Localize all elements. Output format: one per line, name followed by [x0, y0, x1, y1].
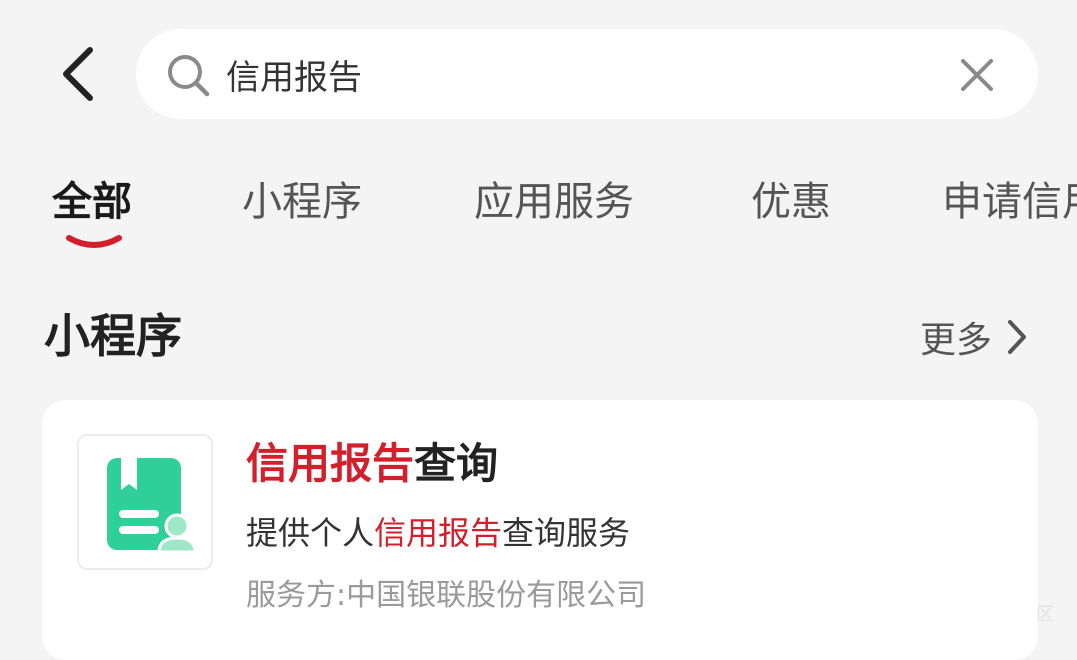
- desc-suffix: 查询服务: [502, 514, 631, 552]
- category-tabs: 全部 小程序 应用服务 优惠 申请信用: [0, 160, 1077, 260]
- search-input[interactable]: [226, 39, 926, 109]
- app-provider: 服务方:中国银联股份有限公司: [246, 578, 647, 613]
- more-label: 更多: [920, 320, 993, 361]
- close-icon: [961, 59, 993, 91]
- tab-app-services[interactable]: 应用服务: [474, 178, 634, 226]
- corner-watermark: 区: [1036, 604, 1054, 625]
- title-rest: 查询: [414, 439, 499, 488]
- app-title: 信用报告查询: [246, 438, 498, 490]
- tab-mini-programs[interactable]: 小程序: [242, 178, 362, 226]
- more-button[interactable]: 更多: [920, 312, 1028, 362]
- app-description: 提供个人信用报告查询服务: [246, 512, 630, 554]
- search-bar[interactable]: [136, 29, 1038, 119]
- search-icon: [168, 55, 210, 97]
- mini-program-result-card[interactable]: 信用报告查询 提供个人信用报告查询服务 服务方:中国银联股份有限公司: [42, 400, 1038, 660]
- tab-apply-credit[interactable]: 申请信用: [942, 178, 1077, 226]
- title-highlight: 信用报告: [246, 439, 415, 488]
- section-title: 小程序: [44, 309, 182, 363]
- top-bar: [0, 0, 1077, 150]
- active-tab-indicator: [66, 235, 122, 248]
- desc-highlight: 信用报告: [374, 514, 503, 552]
- tab-offers[interactable]: 优惠: [751, 178, 831, 226]
- desc-prefix: 提供个人: [246, 514, 375, 552]
- tab-all[interactable]: 全部: [52, 178, 132, 226]
- back-button[interactable]: [48, 42, 108, 106]
- chevron-right-icon: [1008, 320, 1027, 354]
- mini-program-section-header: 小程序 更多: [0, 290, 1077, 380]
- chevron-left-icon: [63, 47, 93, 101]
- clear-search-button[interactable]: [956, 54, 998, 96]
- app-icon: [77, 434, 213, 570]
- credit-report-book-icon: [107, 458, 195, 554]
